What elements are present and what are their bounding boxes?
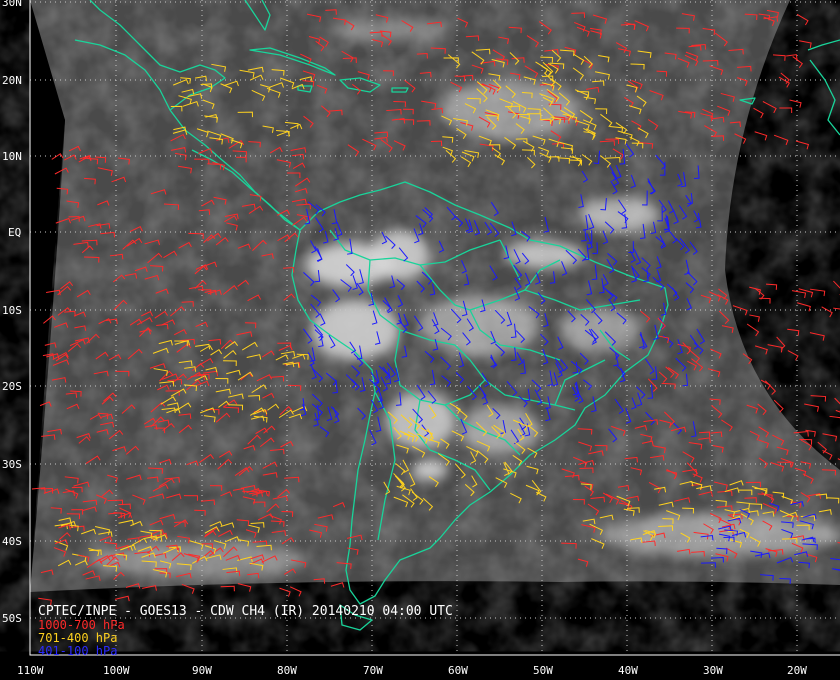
lat-label-20n: 20N bbox=[2, 74, 22, 87]
wind-barb bbox=[799, 40, 812, 48]
wind-barb bbox=[767, 344, 783, 353]
wind-barb bbox=[330, 582, 345, 588]
wind-barb bbox=[817, 441, 828, 454]
lon-label-20w: 20W bbox=[787, 664, 807, 677]
wind-barb bbox=[804, 403, 820, 412]
wind-barb bbox=[834, 397, 840, 411]
wind-barb bbox=[237, 583, 252, 592]
wind-barb bbox=[746, 323, 760, 337]
lon-label-110w: 110W bbox=[17, 664, 44, 677]
wind-barb bbox=[114, 595, 130, 602]
legend-high-level: 401-100 hPa bbox=[38, 644, 118, 658]
wind-barb bbox=[773, 134, 789, 146]
wind-barb bbox=[181, 583, 195, 594]
lat-label-30s: 30S bbox=[2, 458, 22, 471]
lat-label-40s: 40S bbox=[2, 535, 22, 548]
lon-label-100w: 100W bbox=[103, 664, 130, 677]
wind-barb bbox=[749, 314, 760, 322]
lat-label-10n: 10N bbox=[2, 150, 22, 163]
lat-label-10s: 10S bbox=[2, 304, 22, 317]
lon-label-30w: 30W bbox=[703, 664, 723, 677]
lon-label-60w: 60W bbox=[448, 664, 468, 677]
wind-barb bbox=[833, 307, 840, 310]
wind-barb bbox=[279, 587, 291, 597]
lat-label-50s: 50S bbox=[2, 612, 22, 625]
satellite-map-frame: 30N 20N 10N EQ 10S 20S 30S 40S 50S 110W … bbox=[0, 0, 840, 680]
wind-barb bbox=[772, 54, 786, 61]
wind-barb bbox=[754, 345, 768, 355]
lon-label-40w: 40W bbox=[618, 664, 638, 677]
wind-barb bbox=[787, 350, 799, 361]
wind-barb bbox=[821, 306, 833, 318]
wind-barb bbox=[787, 328, 800, 336]
lon-label-70w: 70W bbox=[363, 664, 383, 677]
wind-barb bbox=[779, 107, 793, 113]
lon-label-50w: 50W bbox=[533, 664, 553, 677]
lat-label-eq: EQ bbox=[8, 226, 22, 239]
wind-barb bbox=[753, 107, 764, 119]
wind-barb bbox=[789, 99, 802, 108]
wind-barb bbox=[220, 585, 235, 592]
wind-barb bbox=[829, 415, 840, 419]
pressure-legend: 1000-700 hPa 701-400 hPa 401-100 hPa bbox=[38, 619, 125, 658]
wind-barb bbox=[810, 395, 827, 402]
wind-barb bbox=[833, 280, 840, 296]
wind-barb bbox=[809, 332, 825, 341]
satellite-image bbox=[29, 0, 840, 656]
wind-barb bbox=[754, 131, 768, 141]
lon-label-80w: 80W bbox=[277, 664, 297, 677]
wind-barb bbox=[796, 13, 809, 26]
lat-label-20s: 20S bbox=[2, 380, 22, 393]
image-caption: CPTEC/INPE - GOES13 - CDW CH4 (IR) 20140… bbox=[38, 604, 453, 619]
lon-label-90w: 90W bbox=[192, 664, 212, 677]
wind-barb bbox=[762, 101, 777, 114]
lat-label-30n: 30N bbox=[2, 0, 22, 9]
wind-barb bbox=[289, 586, 302, 597]
wind-barb bbox=[765, 283, 778, 290]
wind-barb bbox=[791, 290, 807, 299]
wind-barb bbox=[797, 302, 811, 312]
wind-barb bbox=[795, 140, 810, 150]
wind-barb bbox=[822, 433, 838, 442]
